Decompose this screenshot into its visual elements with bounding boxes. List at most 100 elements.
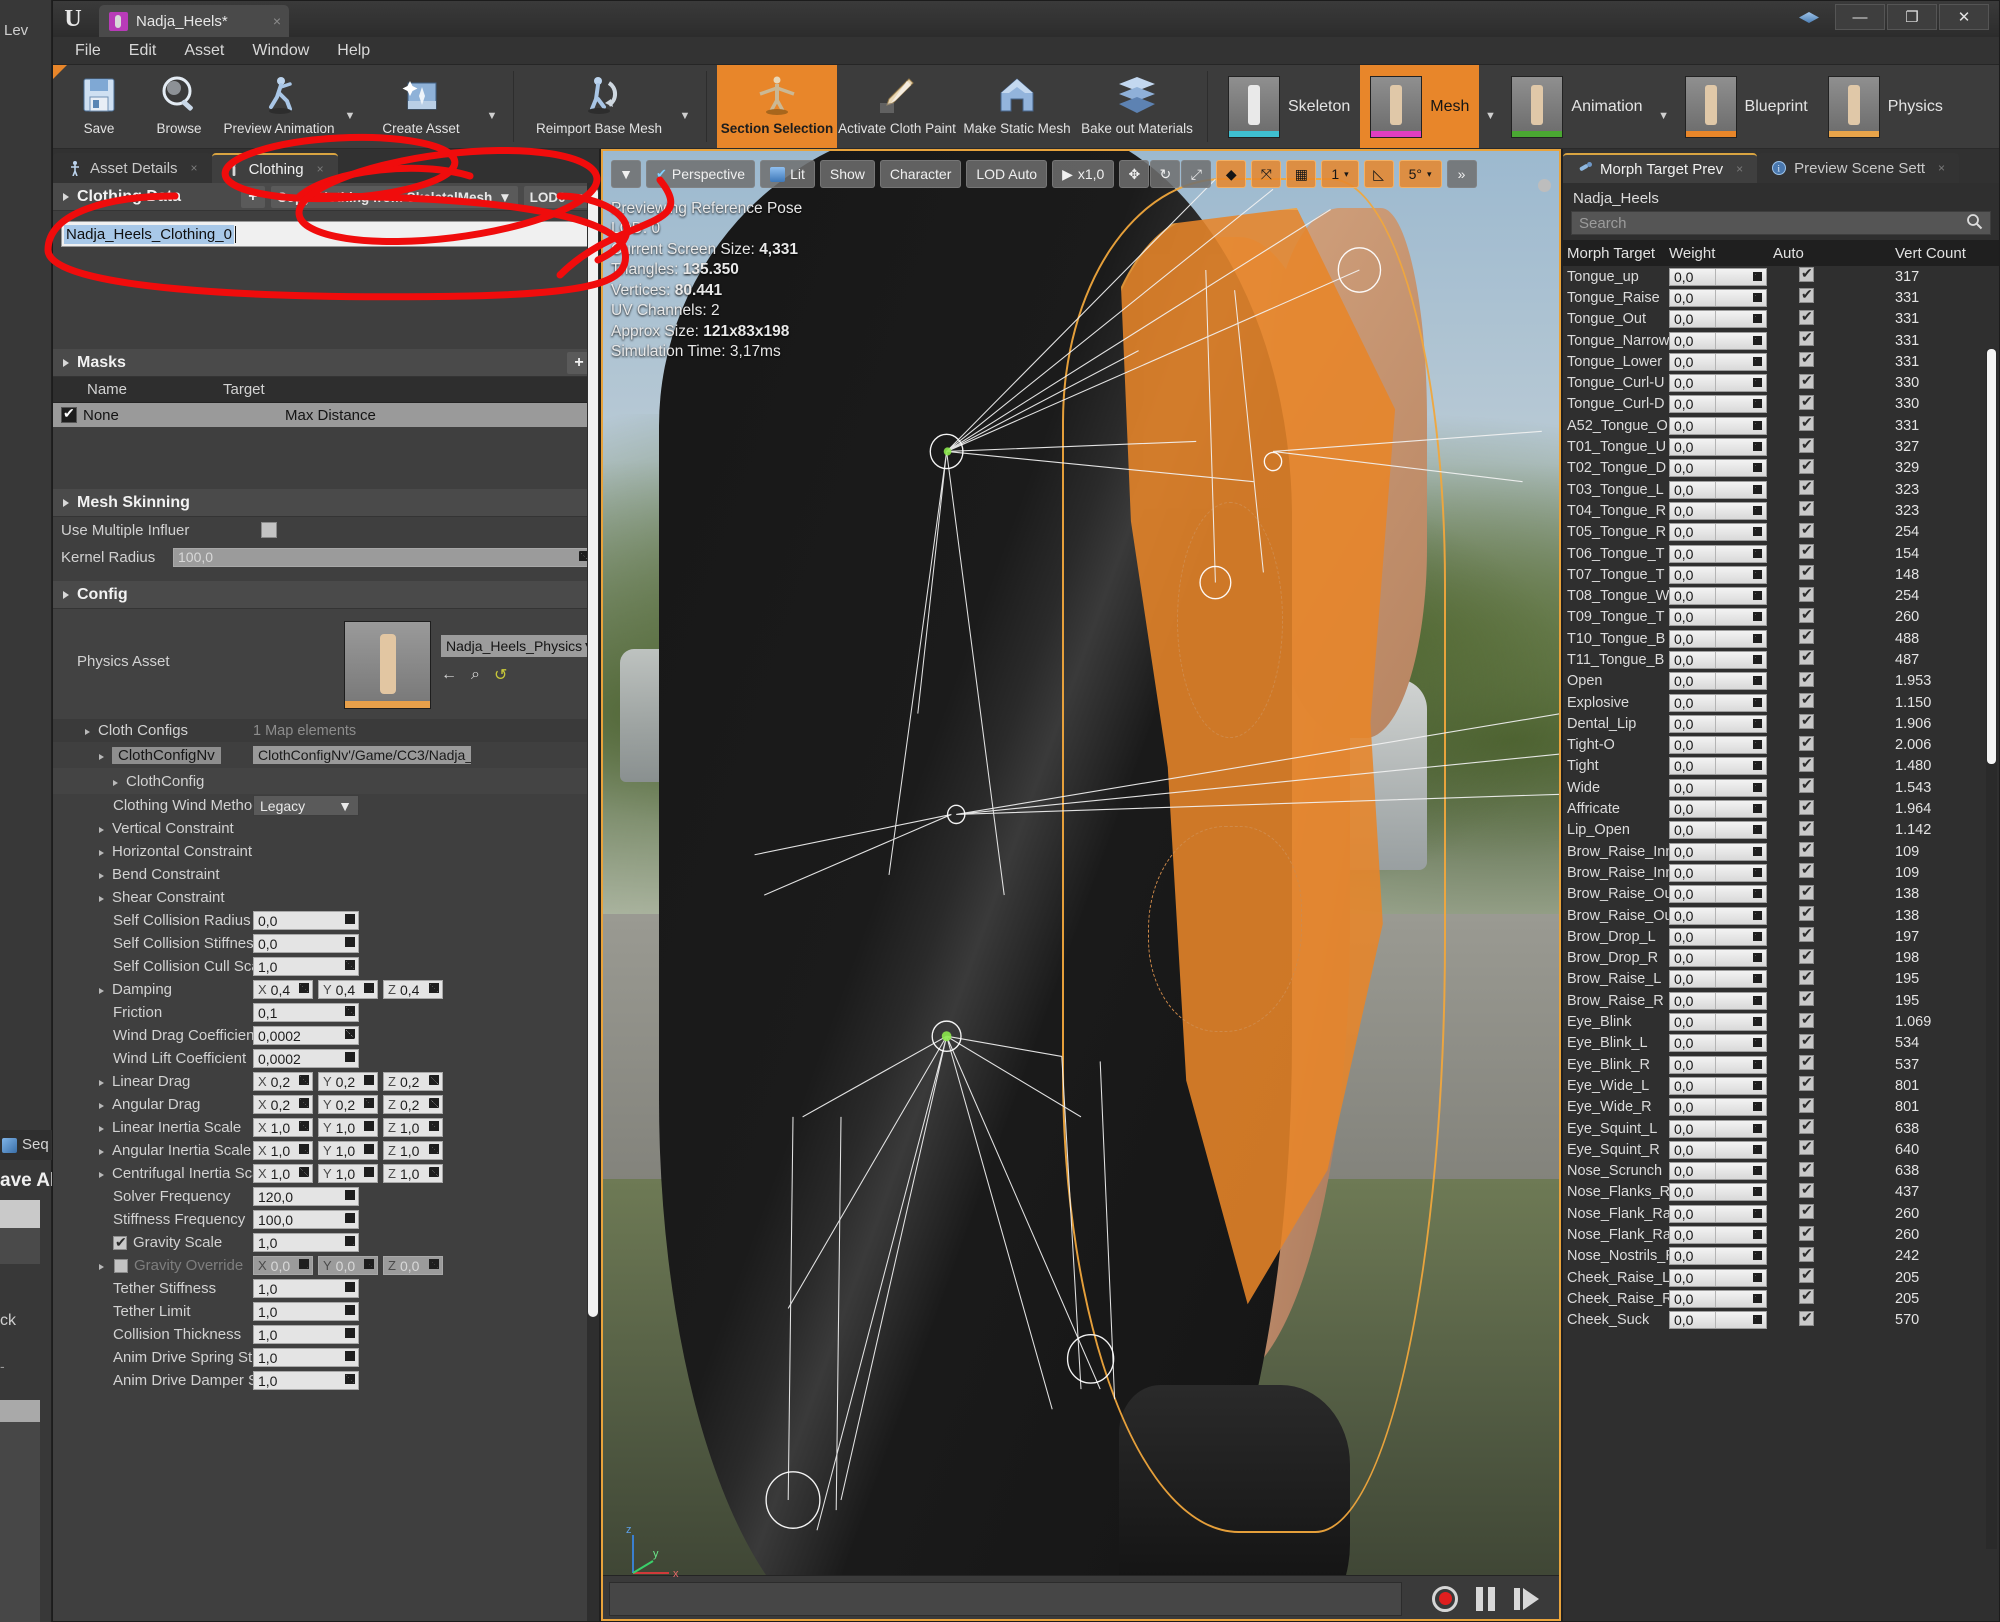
morph-auto-checkbox[interactable] xyxy=(1799,904,1814,922)
scrollbar-thumb[interactable] xyxy=(588,187,598,1317)
vector-x-input[interactable]: X 0,2 xyxy=(253,1095,313,1114)
morph-weight-input[interactable]: 0,0 xyxy=(1669,331,1767,350)
morph-target-row[interactable]: Brow_Raise_Ou0,0 138 xyxy=(1563,904,1999,926)
morph-weight-input[interactable]: 0,0 xyxy=(1669,1055,1767,1074)
morph-auto-checkbox[interactable] xyxy=(1799,1245,1814,1262)
spinner-icon[interactable] xyxy=(1753,740,1762,750)
translate-tool-icon[interactable]: ✥ xyxy=(1119,160,1150,188)
spinner-icon[interactable] xyxy=(1753,591,1762,601)
morph-auto-checkbox[interactable] xyxy=(1799,414,1814,432)
morph-target-row[interactable]: Tongue_Curl-D0,0 330 xyxy=(1563,393,1999,415)
number-input[interactable]: 1,0 xyxy=(253,1302,359,1321)
reimport-chevron-down-icon[interactable]: ▼ xyxy=(674,65,696,148)
vector-x-input[interactable]: X 1,0 xyxy=(253,1141,313,1160)
slider-grip[interactable] xyxy=(1715,396,1716,413)
morph-auto-checkbox[interactable] xyxy=(1799,627,1814,645)
morph-auto-checkbox[interactable] xyxy=(1799,712,1814,730)
morph-auto-checkbox[interactable] xyxy=(1799,1160,1814,1177)
morph-target-row[interactable]: Nose_Nostrils_R0,0 242 xyxy=(1563,1245,1999,1267)
morph-target-row[interactable]: T01_Tongue_U0,0 327 xyxy=(1563,436,1999,457)
morph-weight-input[interactable]: 0,0 xyxy=(1669,970,1767,989)
morph-auto-checkbox[interactable] xyxy=(1799,308,1814,325)
morph-auto-checkbox[interactable] xyxy=(1799,883,1814,900)
morph-target-row[interactable]: T05_Tongue_R0,0 254 xyxy=(1563,521,1999,543)
vector-y-input[interactable]: Y 0,4 xyxy=(318,980,378,999)
close-icon[interactable]: × xyxy=(1736,162,1743,176)
maximize-button[interactable]: ❐ xyxy=(1887,4,1937,30)
vector-z-input[interactable]: Z 0,2 xyxy=(383,1095,443,1114)
mask-enabled-checkbox[interactable] xyxy=(61,405,77,423)
morph-auto-checkbox[interactable] xyxy=(1799,286,1814,304)
clothing-item-name-input[interactable]: Nadja_Heels_Clothing_0 xyxy=(61,221,591,247)
spinner-icon[interactable] xyxy=(429,1167,439,1177)
spinner-icon[interactable] xyxy=(1753,846,1762,856)
number-input[interactable]: 1,0 xyxy=(253,1348,359,1367)
slider-grip[interactable] xyxy=(1715,588,1716,605)
pause-button[interactable] xyxy=(1476,1586,1496,1611)
morph-target-row[interactable]: Brow_Raise_Ou0,0 138 xyxy=(1563,883,1999,905)
number-input[interactable]: 100,0 xyxy=(253,1210,359,1229)
spinner-icon[interactable] xyxy=(1753,889,1762,899)
slider-grip[interactable] xyxy=(1715,971,1716,988)
number-input[interactable]: 0,0 xyxy=(253,911,359,930)
spinner-icon[interactable] xyxy=(1753,974,1762,984)
spinner-icon[interactable] xyxy=(345,960,355,970)
slider-grip[interactable] xyxy=(1715,1269,1716,1286)
menu-asset[interactable]: Asset xyxy=(172,39,236,63)
morph-weight-input[interactable]: 0,0 xyxy=(1669,1289,1767,1308)
morph-auto-checkbox[interactable] xyxy=(1799,776,1814,794)
morph-weight-input[interactable]: 0,0 xyxy=(1669,565,1767,584)
morph-target-row[interactable]: Explosive 0,0 1.150 xyxy=(1563,691,1999,713)
section-config[interactable]: Config xyxy=(53,581,599,609)
slider-grip[interactable] xyxy=(1715,353,1716,370)
morph-auto-checkbox[interactable] xyxy=(1799,1032,1814,1049)
mode-mesh-chevron-down-icon[interactable]: ▼ xyxy=(1479,65,1501,148)
spinner-icon[interactable] xyxy=(1753,399,1762,409)
morph-target-row[interactable]: Dental_Lip 0,0 1.906 xyxy=(1563,712,1999,734)
coordinate-space-icon[interactable]: ◆ xyxy=(1216,160,1247,188)
close-icon[interactable]: × xyxy=(191,161,198,175)
morph-auto-checkbox[interactable] xyxy=(1799,1224,1814,1241)
spinner-icon[interactable] xyxy=(345,1029,355,1039)
mode-skeleton[interactable]: Skeleton xyxy=(1218,65,1360,148)
morph-weight-input[interactable]: 0,0 xyxy=(1669,1162,1767,1181)
morph-weight-input[interactable]: 0,0 xyxy=(1669,821,1767,840)
slider-grip[interactable] xyxy=(1715,779,1716,796)
spinner-icon[interactable] xyxy=(1753,953,1762,963)
vector-z-input[interactable]: Z 0,2 xyxy=(383,1072,443,1091)
spinner-icon[interactable] xyxy=(1753,335,1762,345)
morph-target-row[interactable]: Brow_Drop_L 0,0 197 xyxy=(1563,925,1999,947)
spinner-icon[interactable] xyxy=(1753,271,1762,281)
morph-weight-input[interactable]: 0,0 xyxy=(1669,1140,1767,1159)
slider-grip[interactable] xyxy=(1715,375,1716,392)
morph-auto-checkbox[interactable] xyxy=(1799,925,1814,943)
morph-target-row[interactable]: Brow_Drop_R 0,0 198 xyxy=(1563,947,1999,969)
spinner-icon[interactable] xyxy=(1753,420,1762,430)
menu-edit[interactable]: Edit xyxy=(117,39,169,63)
angle-snap-icon[interactable]: ◺ xyxy=(1363,160,1394,188)
kernel-radius-input[interactable]: 100,0 xyxy=(173,547,593,567)
morph-auto-checkbox[interactable] xyxy=(1799,1202,1814,1220)
spinner-icon[interactable] xyxy=(1753,931,1762,941)
slider-grip[interactable] xyxy=(1715,1248,1716,1265)
spinner-icon[interactable] xyxy=(1753,676,1762,686)
morph-weight-input[interactable]: 0,0 xyxy=(1669,1013,1767,1032)
morph-weight-input[interactable]: 0,0 xyxy=(1669,906,1767,925)
morph-weight-input[interactable]: 0,0 xyxy=(1669,352,1767,371)
view-mode-selector[interactable]: ✔ Perspective xyxy=(646,160,756,188)
slider-grip[interactable] xyxy=(1715,673,1716,690)
clothing-details-scroll[interactable]: Clothing Data + Copy Clothing from Skele… xyxy=(53,183,599,1621)
use-selected-asset-icon[interactable]: ← xyxy=(441,666,457,684)
angle-snap-value[interactable]: 5° ▾ xyxy=(1398,160,1442,188)
property-checkbox[interactable] xyxy=(114,1259,128,1273)
number-input[interactable]: 1,0 xyxy=(253,1279,359,1298)
spinner-icon[interactable] xyxy=(364,1259,374,1269)
morph-target-row[interactable]: Brow_Raise_L 0,0 195 xyxy=(1563,968,1999,990)
make-static-mesh-button[interactable]: Make Static Mesh xyxy=(957,65,1077,148)
morph-auto-checkbox[interactable] xyxy=(1799,372,1814,389)
morph-weight-input[interactable]: 0,0 xyxy=(1669,672,1767,691)
slider-grip[interactable] xyxy=(1715,1205,1716,1222)
morph-target-row[interactable]: Tight 0,0 1.480 xyxy=(1563,755,1999,777)
spinner-icon[interactable] xyxy=(345,914,355,924)
spinner-icon[interactable] xyxy=(299,1167,309,1177)
